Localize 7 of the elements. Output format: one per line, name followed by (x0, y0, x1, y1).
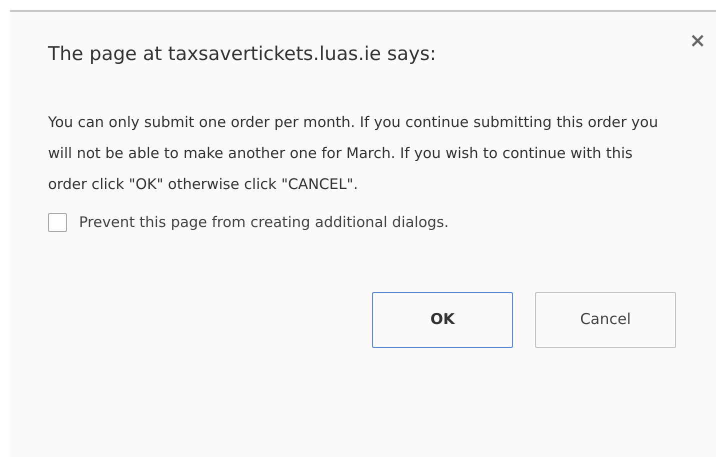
dialog-message: You can only submit one order per month. If you continue submitting this order you will not be able to make another one for March. If you wish to continue with this order click "OK" otherwise click "CANCEL". (48, 112, 660, 195)
checkbox[interactable] (48, 213, 67, 232)
checkbox-label[interactable]: Prevent this page from creating additional dialogs. (79, 212, 449, 234)
ok-button[interactable]: OK (372, 292, 513, 348)
close-button[interactable]: × (685, 30, 710, 50)
dialog-title: The page at taxsavertickets.luas.ie says: (48, 42, 438, 67)
cancel-button[interactable]: Cancel (535, 292, 676, 348)
